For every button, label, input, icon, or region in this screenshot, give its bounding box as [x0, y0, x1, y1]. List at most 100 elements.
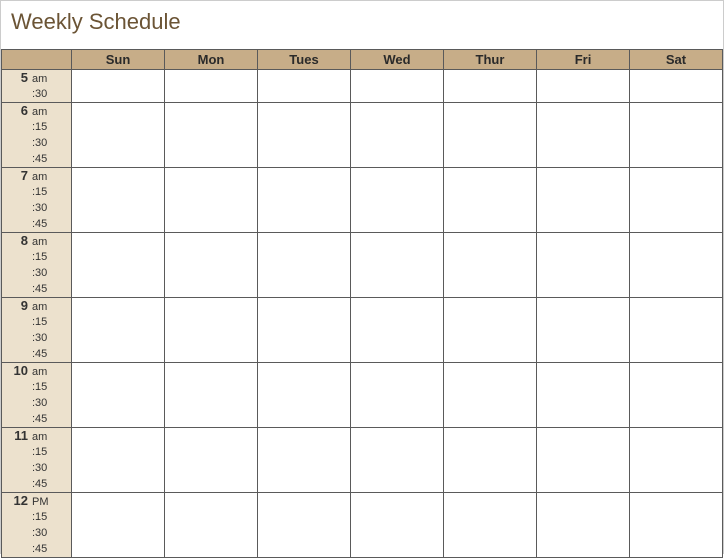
schedule-cell[interactable]: [165, 70, 258, 103]
schedule-cell[interactable]: [444, 233, 537, 298]
schedule-cell[interactable]: [630, 70, 723, 103]
schedule-cell[interactable]: [630, 493, 723, 558]
schedule-cell[interactable]: [258, 298, 351, 363]
schedule-cell[interactable]: [351, 363, 444, 428]
schedule-cell[interactable]: [258, 168, 351, 233]
schedule-cell[interactable]: [72, 428, 165, 493]
schedule-cell[interactable]: [537, 168, 630, 233]
schedule-cell[interactable]: [72, 233, 165, 298]
schedule-cell[interactable]: [165, 233, 258, 298]
schedule-cell[interactable]: [444, 168, 537, 233]
schedule-cell[interactable]: [537, 363, 630, 428]
header-day: Tues: [258, 50, 351, 70]
minute-label: :30: [30, 200, 71, 216]
hour-number: 10: [2, 363, 30, 379]
header-day: Fri: [537, 50, 630, 70]
header-day: Wed: [351, 50, 444, 70]
hour-row: 12PM:15:30:45: [2, 493, 723, 558]
minute-label: :30: [30, 525, 71, 541]
time-label-cell: 7am:15:30:45: [2, 168, 72, 233]
minute-label: :45: [30, 151, 71, 167]
schedule-cell[interactable]: [351, 103, 444, 168]
schedule-cell[interactable]: [72, 298, 165, 363]
header-day: Mon: [165, 50, 258, 70]
schedule-cell[interactable]: [351, 233, 444, 298]
schedule-cell[interactable]: [258, 103, 351, 168]
minute-label: :15: [30, 314, 71, 330]
minute-label: :45: [30, 216, 71, 232]
schedule-cell[interactable]: [351, 298, 444, 363]
minute-label: :15: [30, 184, 71, 200]
ampm-label: am: [30, 104, 71, 120]
schedule-cell[interactable]: [258, 493, 351, 558]
schedule-cell[interactable]: [537, 70, 630, 103]
schedule-cell[interactable]: [537, 428, 630, 493]
ampm-label: am: [30, 364, 71, 380]
schedule-cell[interactable]: [630, 168, 723, 233]
ampm-label: am: [30, 234, 71, 250]
schedule-cell[interactable]: [165, 298, 258, 363]
schedule-cell[interactable]: [72, 70, 165, 103]
schedule-cell[interactable]: [165, 103, 258, 168]
schedule-cell[interactable]: [444, 428, 537, 493]
minute-label: :15: [30, 249, 71, 265]
schedule-cell[interactable]: [444, 363, 537, 428]
minute-label: :15: [30, 509, 71, 525]
time-label-cell: 11am:15:30:45: [2, 428, 72, 493]
schedule-cell[interactable]: [537, 298, 630, 363]
header-corner: [2, 50, 72, 70]
schedule-cell[interactable]: [258, 428, 351, 493]
ampm-label: am: [30, 71, 71, 87]
hour-row: 10am:15:30:45: [2, 363, 723, 428]
schedule-cell[interactable]: [165, 168, 258, 233]
schedule-cell[interactable]: [630, 103, 723, 168]
minute-label: :45: [30, 541, 71, 557]
minute-label: :45: [30, 411, 71, 427]
ampm-label: PM: [30, 494, 71, 510]
hour-row: 8am:15:30:45: [2, 233, 723, 298]
schedule-cell[interactable]: [444, 70, 537, 103]
schedule-cell[interactable]: [630, 428, 723, 493]
schedule-cell[interactable]: [165, 428, 258, 493]
schedule-cell[interactable]: [630, 233, 723, 298]
schedule-cell[interactable]: [444, 298, 537, 363]
schedule-table: Sun Mon Tues Wed Thur Fri Sat 5am:306am:…: [1, 49, 723, 558]
ampm-label: am: [30, 299, 71, 315]
minute-label: :45: [30, 346, 71, 362]
page-title: Weekly Schedule: [1, 1, 723, 49]
hour-number: 12: [2, 493, 30, 509]
schedule-cell[interactable]: [165, 363, 258, 428]
minute-label: :30: [30, 135, 71, 151]
schedule-cell[interactable]: [537, 493, 630, 558]
header-day: Sun: [72, 50, 165, 70]
hour-number: 11: [2, 428, 30, 444]
schedule-cell[interactable]: [258, 70, 351, 103]
hour-row: 7am:15:30:45: [2, 168, 723, 233]
minute-label: :45: [30, 476, 71, 492]
schedule-cell[interactable]: [258, 233, 351, 298]
schedule-cell[interactable]: [72, 363, 165, 428]
schedule-cell[interactable]: [537, 103, 630, 168]
schedule-cell[interactable]: [351, 493, 444, 558]
schedule-cell[interactable]: [351, 70, 444, 103]
minute-label: :15: [30, 119, 71, 135]
schedule-cell[interactable]: [351, 428, 444, 493]
schedule-cell[interactable]: [72, 103, 165, 168]
schedule-cell[interactable]: [72, 493, 165, 558]
schedule-cell[interactable]: [630, 298, 723, 363]
schedule-cell[interactable]: [537, 233, 630, 298]
ampm-label: am: [30, 429, 71, 445]
schedule-body: 5am:306am:15:30:457am:15:30:458am:15:30:…: [2, 70, 723, 558]
hour-row: 5am:30: [2, 70, 723, 103]
schedule-cell[interactable]: [444, 493, 537, 558]
schedule-cell[interactable]: [165, 493, 258, 558]
schedule-cell[interactable]: [258, 363, 351, 428]
schedule-cell[interactable]: [351, 168, 444, 233]
minute-label: :30: [30, 460, 71, 476]
hour-row: 6am:15:30:45: [2, 103, 723, 168]
schedule-cell[interactable]: [630, 363, 723, 428]
schedule-cell[interactable]: [444, 103, 537, 168]
schedule-cell[interactable]: [72, 168, 165, 233]
minute-label: :30: [30, 265, 71, 281]
time-label-cell: 8am:15:30:45: [2, 233, 72, 298]
